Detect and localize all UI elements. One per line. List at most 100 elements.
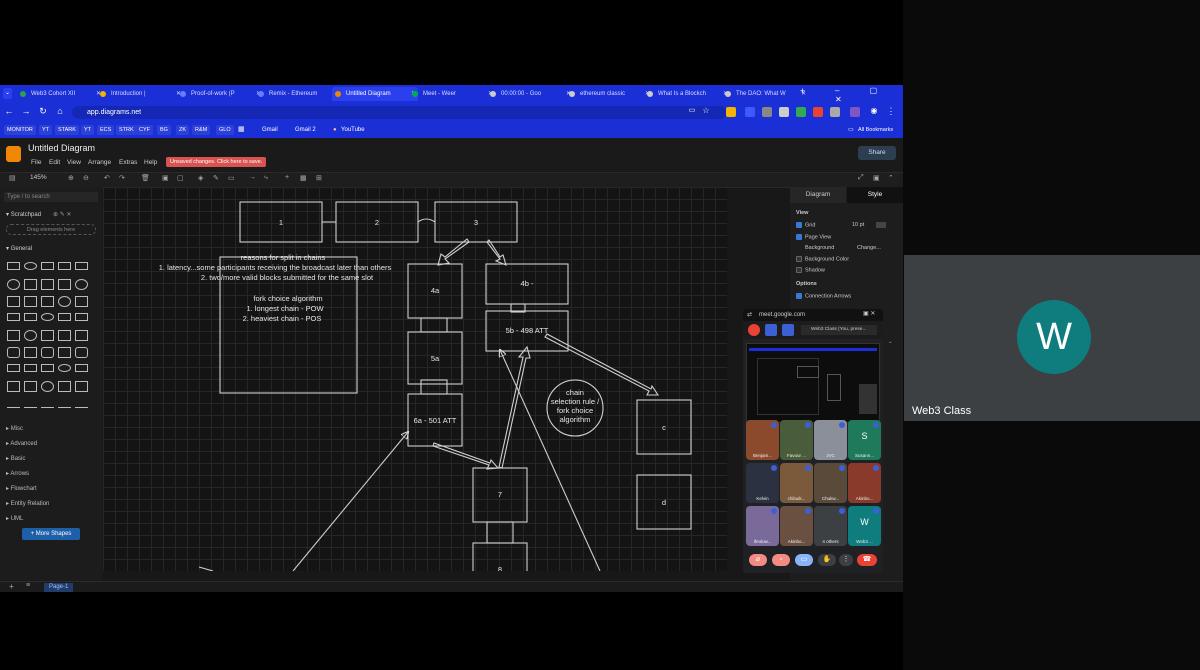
shape-palette-item[interactable] [75, 279, 88, 290]
cast-icon[interactable]: ▭ [686, 106, 698, 114]
bookmark-item[interactable]: ECS [97, 125, 115, 135]
menu-file[interactable]: File [31, 159, 41, 166]
shape-palette-item[interactable] [58, 381, 71, 392]
bookmark-youtube[interactable]: YouTube [341, 125, 365, 135]
extension-icon[interactable] [726, 107, 736, 117]
diagram-canvas[interactable]: 1 2 3 4a 4b - 5a 5b - 498 ATT 6a - 501 A… [103, 187, 727, 571]
shape-category-entity-relation[interactable]: ▸ Entity Relation [6, 500, 49, 507]
bookmark-item[interactable]: BG [157, 125, 171, 135]
shape-category-uml[interactable]: ▸ UML [6, 515, 23, 522]
tab-item[interactable]: Meet - Weer✕ [409, 87, 495, 101]
add-page-icon[interactable]: + [9, 582, 14, 591]
tab-item[interactable]: 00:00:00 - Goo✕ [487, 87, 573, 101]
menu-edit[interactable]: Edit [49, 159, 60, 166]
bookmark-item[interactable]: YT [39, 125, 53, 135]
shape-palette-item[interactable] [75, 296, 88, 307]
bookmark-gmail-2[interactable]: Gmail 2 [295, 125, 316, 135]
table-options-icon[interactable]: ⊞ [316, 174, 322, 182]
tab-item[interactable]: Introduction | ✕ [97, 87, 183, 101]
shape-palette-item[interactable] [41, 296, 54, 307]
extensions-puzzle-icon[interactable] [830, 107, 840, 117]
share-button[interactable]: Share [858, 146, 896, 160]
redo-icon[interactable]: ↷ [119, 174, 125, 182]
insert-icon[interactable]: + [285, 174, 289, 181]
zoom-select[interactable]: 145% [30, 174, 47, 181]
line-palette-item[interactable] [58, 407, 71, 408]
shape-palette-item[interactable] [58, 347, 71, 358]
camera-off-icon[interactable]: ▫ [772, 554, 790, 566]
bookmark-item[interactable]: STRK [116, 125, 137, 135]
reload-icon[interactable]: ↻ [37, 106, 49, 117]
tab-item[interactable]: Web3 Cohort XII ✕ [17, 87, 103, 101]
zoom-out-icon[interactable]: ⊖ [83, 174, 89, 182]
url-input[interactable]: app.diagrams.net [72, 106, 727, 119]
shape-palette-item[interactable] [24, 313, 37, 321]
participant-tile[interactable]: Chukw... [814, 463, 847, 503]
participant-tile[interactable]: Benjam... [746, 420, 779, 460]
checkbox-icon[interactable] [796, 222, 802, 228]
collapse-icon[interactable]: ⌃ [888, 174, 894, 182]
zoom-in-icon[interactable]: ⊕ [68, 174, 74, 182]
bookmark-item[interactable]: MONITOR [4, 125, 36, 135]
browser-menu-icon[interactable]: ⋮ [885, 106, 897, 117]
line-palette-item[interactable] [7, 407, 20, 408]
table-icon[interactable]: ▦ [300, 174, 307, 182]
undo-icon[interactable]: ↶ [104, 174, 110, 182]
participant-tile[interactable]: Favour ... [780, 420, 813, 460]
shape-palette-item[interactable] [75, 313, 88, 321]
present-icon[interactable] [765, 324, 777, 336]
shape-palette-item[interactable] [41, 330, 54, 341]
apps-grid-icon[interactable]: ▦ [238, 125, 245, 135]
participant-tile[interactable]: 4 others [814, 506, 847, 546]
profile-avatar-icon[interactable]: ◉ [868, 106, 880, 115]
document-title[interactable]: Untitled Diagram [28, 143, 95, 153]
to-back-icon[interactable]: ▢ [177, 174, 184, 182]
participant-tile[interactable]: chibuik... [780, 463, 813, 503]
shape-palette-item[interactable] [7, 313, 20, 321]
bookmark-item[interactable]: R&M [192, 125, 211, 135]
shape-palette-item[interactable] [24, 262, 37, 270]
fill-color-icon[interactable]: ◈ [198, 174, 203, 182]
background-color-option[interactable]: Background Color [796, 256, 849, 262]
shadow-icon[interactable]: ▭ [228, 174, 235, 182]
shape-category-basic[interactable]: ▸ Basic [6, 455, 25, 462]
shape-palette-item[interactable] [58, 279, 71, 290]
shape-palette-item[interactable] [24, 330, 37, 341]
draw-icon[interactable] [782, 324, 794, 336]
shape-palette-item[interactable] [75, 330, 88, 341]
participant-tile[interactable]: S Susann... [848, 420, 881, 460]
page-tab[interactable]: Page-1 [44, 583, 74, 592]
line-color-icon[interactable]: ✎ [213, 174, 219, 182]
line-palette-item[interactable] [41, 407, 54, 408]
shape-palette-item[interactable] [75, 381, 88, 392]
bookmark-item[interactable]: STARK [55, 125, 79, 135]
tab-item[interactable]: Untitled Diagram✕ [332, 87, 418, 101]
unsaved-changes-button[interactable]: Unsaved changes. Click here to save. [166, 157, 267, 167]
shape-search-input[interactable]: Type / to search [4, 192, 98, 202]
raise-hand-icon[interactable]: ✋ [818, 554, 836, 566]
bookmark-item[interactable]: ZK [176, 125, 190, 135]
participant-tile[interactable]: W Web3 ... [848, 506, 881, 546]
menu-arrange[interactable]: Arrange [88, 159, 111, 166]
shape-palette-item[interactable] [24, 279, 37, 290]
tab-item[interactable]: ethereum classic✕ [566, 87, 652, 101]
fullscreen-icon[interactable]: ⤢ [858, 174, 864, 182]
shape-palette-item[interactable] [24, 364, 37, 372]
delete-icon[interactable]: 🗑 [141, 174, 150, 182]
participant-tile[interactable]: JVC [814, 420, 847, 460]
shape-palette-item[interactable] [41, 347, 54, 358]
menu-extras[interactable]: Extras [119, 159, 137, 166]
home-icon[interactable]: ⌂ [54, 106, 66, 116]
connection-icon[interactable]: → [249, 174, 256, 181]
checkbox-icon[interactable] [796, 234, 802, 240]
bookmark-gmail[interactable]: Gmail [262, 125, 278, 135]
grid-option[interactable]: Grid [796, 222, 815, 228]
grid-color-swatch[interactable] [876, 222, 886, 228]
shape-palette-item[interactable] [58, 296, 71, 307]
grid-size-input[interactable]: 10 pt [852, 222, 864, 228]
leave-call-icon[interactable]: ☎ [857, 554, 877, 566]
shape-palette-item[interactable] [58, 262, 71, 270]
checkbox-icon[interactable] [796, 256, 802, 262]
tab-style[interactable]: Style [847, 187, 903, 203]
checkbox-icon[interactable] [796, 267, 802, 273]
